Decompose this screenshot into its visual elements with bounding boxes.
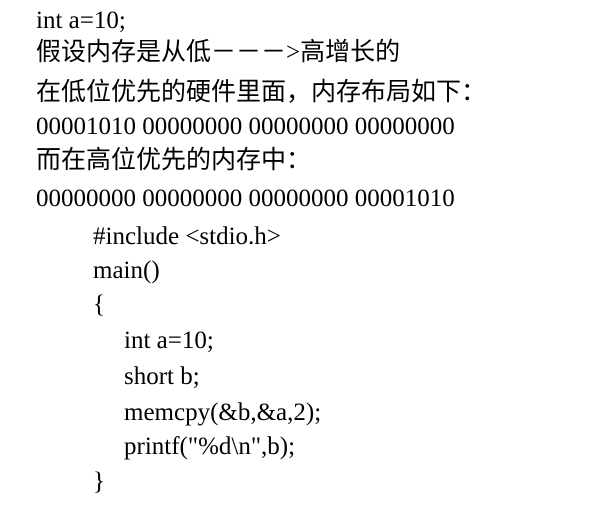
code-line-memcpy: memcpy(&b,&a,2); [124, 399, 322, 426]
text-line-big-endian-intro: 而在高位优先的内存中： [36, 147, 312, 174]
text-line-memory-assumption: 假设内存是从低－－－>高增长的 [36, 39, 401, 66]
code-line-int-a: int a=10; [124, 327, 214, 354]
code-line-short-b: short b; [124, 363, 200, 390]
text-line-little-endian-intro: 在低位优先的硬件里面，内存布局如下： [36, 79, 487, 106]
code-line-declaration: int a=10; [36, 7, 126, 34]
code-line-printf: printf("%d\n",b); [124, 433, 296, 460]
code-line-include: #include <stdio.h> [93, 223, 281, 250]
code-line-open-brace: { [93, 291, 105, 318]
code-line-close-brace: } [93, 468, 105, 495]
binary-line-big-endian: 00000000 00000000 00000000 00001010 [36, 185, 455, 212]
document-page: int a=10; 假设内存是从低－－－>高增长的 在低位优先的硬件里面，内存布… [0, 0, 598, 517]
code-line-main: main() [93, 257, 160, 284]
binary-line-little-endian: 00001010 00000000 00000000 00000000 [36, 113, 455, 140]
